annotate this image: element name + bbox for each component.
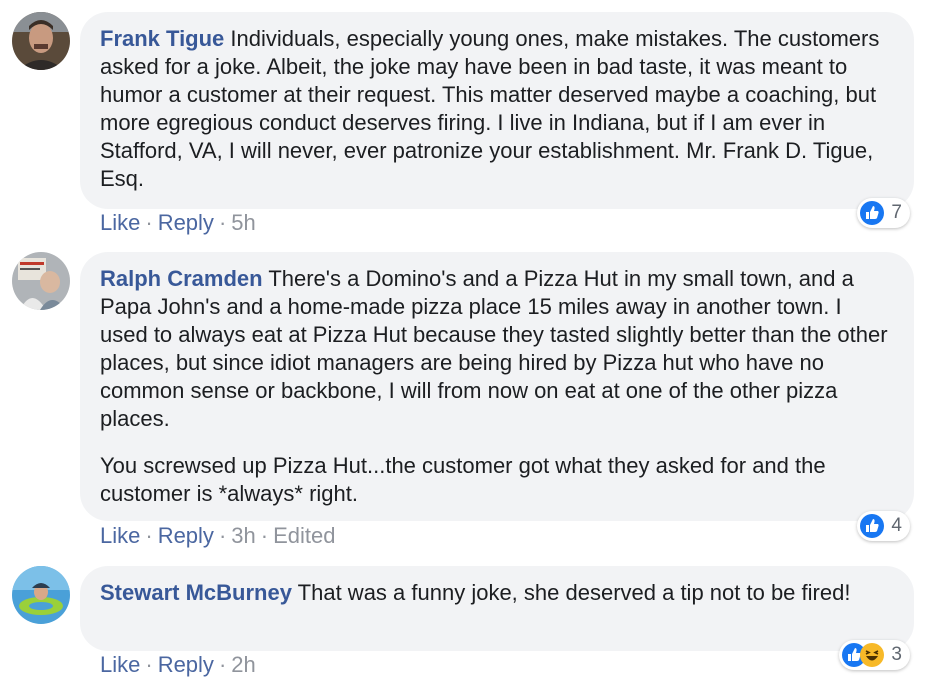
separator: · bbox=[218, 210, 227, 235]
comment-text-paragraph: You screwsed up Pizza Hut...the customer… bbox=[100, 453, 826, 506]
comment-time[interactable]: 2h bbox=[231, 652, 255, 677]
comment-actions: Like · Reply · 5h bbox=[100, 209, 256, 237]
reaction-count: 4 bbox=[891, 515, 902, 536]
separator: · bbox=[145, 652, 153, 677]
like-link[interactable]: Like bbox=[100, 652, 140, 677]
comment-author[interactable]: Frank Tigue bbox=[100, 26, 224, 51]
comment-author[interactable]: Ralph Cramden bbox=[100, 266, 263, 291]
reply-link[interactable]: Reply bbox=[158, 210, 214, 235]
separator: · bbox=[145, 210, 153, 235]
avatar[interactable] bbox=[12, 12, 70, 70]
reaction-count: 7 bbox=[891, 202, 902, 223]
reactions-summary[interactable]: 4 bbox=[857, 511, 910, 541]
avatar[interactable] bbox=[12, 252, 70, 310]
reply-link[interactable]: Reply bbox=[158, 523, 214, 548]
reaction-count: 3 bbox=[891, 644, 902, 665]
comment-bubble: Frank Tigue Individuals, especially youn… bbox=[80, 12, 914, 209]
comment-author[interactable]: Stewart McBurney bbox=[100, 580, 292, 605]
like-reaction-icon bbox=[860, 514, 885, 538]
comment-bubble: Ralph Cramden There's a Domino's and a P… bbox=[80, 252, 914, 521]
comment-time[interactable]: 5h bbox=[231, 210, 255, 235]
like-link[interactable]: Like bbox=[100, 210, 140, 235]
reply-link[interactable]: Reply bbox=[158, 652, 214, 677]
comment-actions: Like · Reply · 2h bbox=[100, 651, 256, 679]
separator: · bbox=[218, 523, 227, 548]
reactions-summary[interactable]: 3 bbox=[839, 640, 910, 670]
edited-label[interactable]: Edited bbox=[273, 523, 335, 548]
like-link[interactable]: Like bbox=[100, 523, 140, 548]
like-reaction-icon bbox=[860, 201, 885, 225]
reactions-summary[interactable]: 7 bbox=[857, 198, 910, 228]
comment-bubble: Stewart McBurney That was a funny joke, … bbox=[80, 566, 914, 651]
haha-reaction-icon bbox=[860, 643, 885, 667]
separator: · bbox=[145, 523, 153, 548]
comment-actions: Like · Reply · 3h · Edited bbox=[100, 522, 335, 550]
separator: · bbox=[218, 652, 227, 677]
comment-text: That was a funny joke, she deserved a ti… bbox=[297, 580, 851, 605]
avatar[interactable] bbox=[12, 566, 70, 624]
separator: · bbox=[260, 523, 269, 548]
comment-time[interactable]: 3h bbox=[231, 523, 255, 548]
